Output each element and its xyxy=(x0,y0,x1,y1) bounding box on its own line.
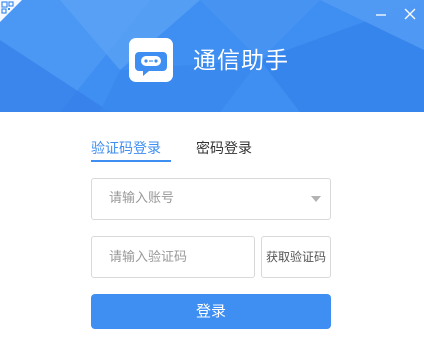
account-select[interactable]: 请输入账号 xyxy=(91,178,331,220)
chevron-down-icon[interactable] xyxy=(311,196,321,202)
qr-login-corner[interactable] xyxy=(0,0,22,22)
app-title: 通信助手 xyxy=(193,48,289,74)
qr-code-icon xyxy=(0,0,22,22)
tab-password-login[interactable]: 密码登录 xyxy=(196,139,252,159)
app-logo xyxy=(129,38,173,82)
verification-code-field[interactable] xyxy=(91,236,255,278)
header-banner: 通信助手 xyxy=(0,0,424,112)
robot-chat-bubble-icon xyxy=(135,52,167,76)
login-button[interactable]: 登录 xyxy=(91,294,331,329)
close-button[interactable] xyxy=(402,6,418,22)
tab-sms-login[interactable]: 验证码登录 xyxy=(91,139,161,159)
minimize-button[interactable] xyxy=(373,6,389,22)
minimize-icon xyxy=(376,14,386,16)
verification-code-input[interactable] xyxy=(92,237,254,277)
close-icon xyxy=(404,8,416,20)
active-tab-indicator xyxy=(91,160,171,162)
get-code-button[interactable]: 获取验证码 xyxy=(261,236,331,278)
account-placeholder: 请输入账号 xyxy=(109,191,175,206)
